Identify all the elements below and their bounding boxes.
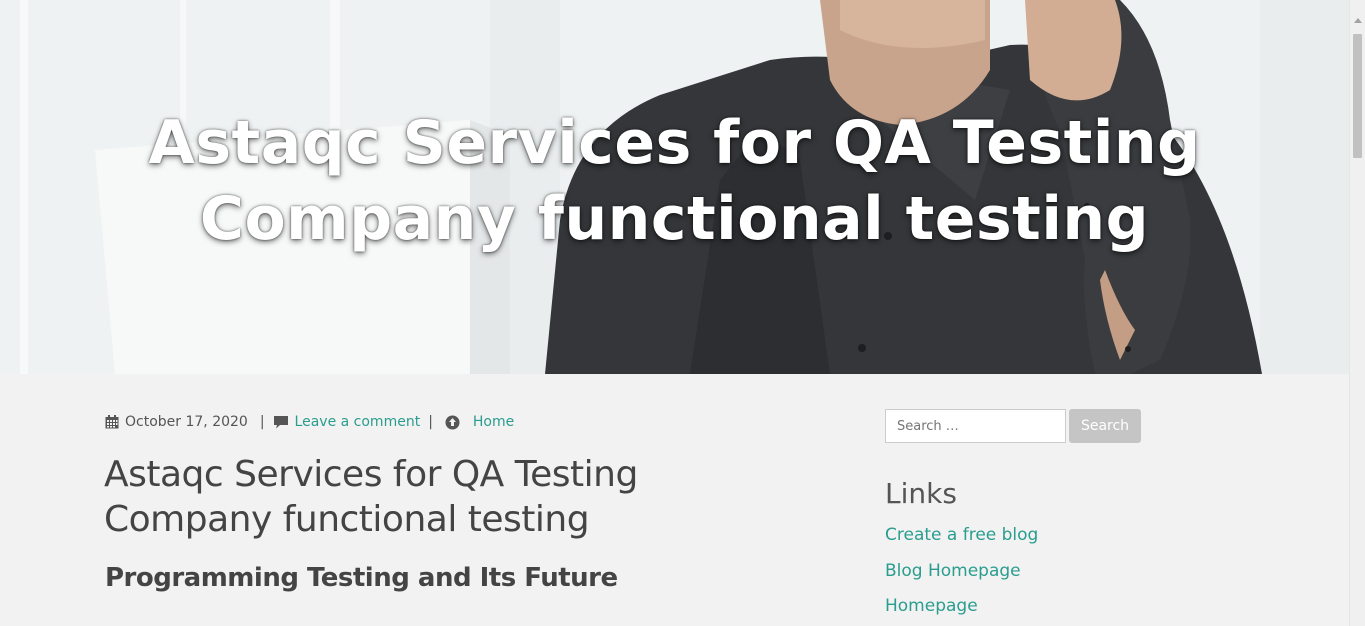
post-title: Astaqc Services for QA Testing Company f… bbox=[104, 454, 638, 540]
list-item: Create a free blog bbox=[885, 521, 1038, 557]
links-heading: Links bbox=[885, 477, 957, 510]
leave-comment-link[interactable]: Leave a comment bbox=[295, 414, 421, 430]
hero-title-line-1: Astaqc Services for QA Testing bbox=[148, 108, 1201, 179]
post-date: October 17, 2020 bbox=[125, 414, 248, 430]
hero-title-line-2: Company functional testing bbox=[199, 184, 1150, 255]
comment-icon bbox=[273, 415, 289, 429]
page: Astaqc Services for QA Testing Company f… bbox=[0, 0, 1365, 626]
search-input[interactable] bbox=[885, 409, 1066, 443]
calendar-icon bbox=[105, 415, 119, 429]
category-home-link[interactable]: Home bbox=[473, 414, 514, 430]
hero-title: Astaqc Services for QA Testing Company f… bbox=[0, 105, 1349, 257]
list-item: Blog Homepage bbox=[885, 557, 1038, 593]
meta-separator: | bbox=[428, 414, 433, 430]
meta-separator: | bbox=[259, 414, 265, 430]
post-subtitle: Programming Testing and Its Future bbox=[105, 563, 618, 593]
hero-banner: Astaqc Services for QA Testing Company f… bbox=[0, 0, 1349, 374]
scroll-up-arrow-icon[interactable] bbox=[1354, 18, 1362, 23]
link-homepage[interactable]: Homepage bbox=[885, 596, 978, 616]
link-create-free-blog[interactable]: Create a free blog bbox=[885, 525, 1038, 545]
arrow-circle-up-icon bbox=[445, 415, 460, 430]
scrollbar-thumb[interactable] bbox=[1353, 34, 1362, 158]
link-blog-homepage[interactable]: Blog Homepage bbox=[885, 561, 1021, 581]
list-item: Homepage bbox=[885, 592, 1038, 626]
post-meta: October 17, 2020 | Leave a comment | Hom… bbox=[105, 411, 514, 433]
vertical-scrollbar[interactable] bbox=[1349, 0, 1365, 626]
search-button[interactable]: Search bbox=[1069, 409, 1141, 443]
links-list: Create a free blog Blog Homepage Homepag… bbox=[885, 521, 1038, 626]
